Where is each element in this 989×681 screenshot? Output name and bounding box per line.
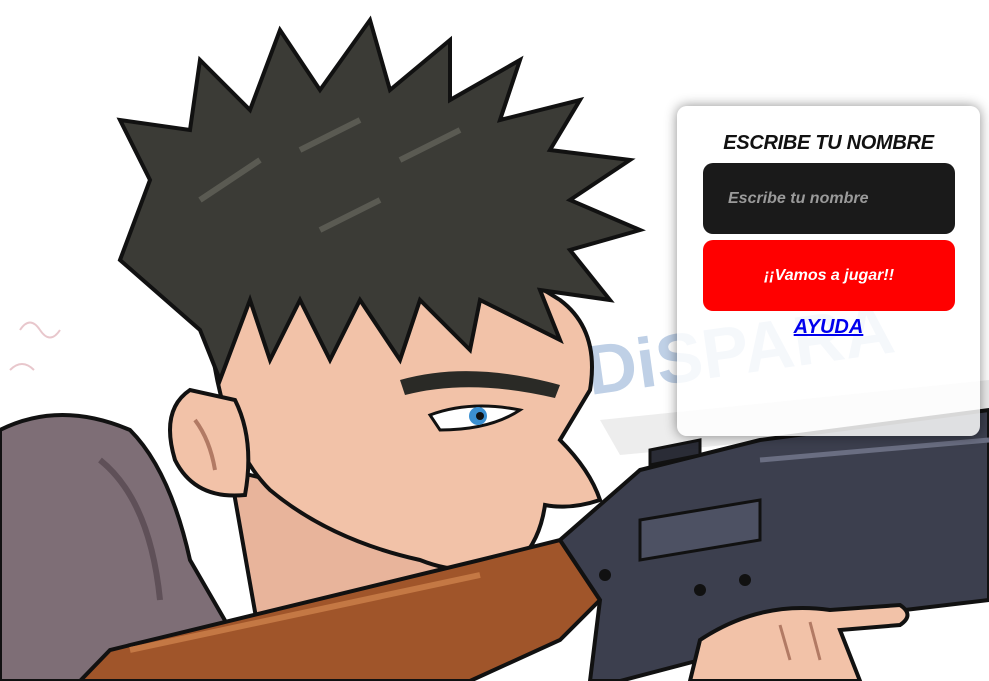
game-start-screen: DiSPARA — [0, 0, 989, 681]
play-button[interactable]: ¡¡Vamos a jugar!! — [703, 240, 955, 311]
card-title: ESCRIBE TU NOMBRE — [723, 132, 934, 154]
help-link[interactable]: AYUDA — [677, 316, 980, 339]
name-input[interactable] — [703, 163, 955, 234]
login-card: ESCRIBE TU NOMBRE ¡¡Vamos a jugar!! AYUD… — [677, 106, 980, 436]
background-scribble — [9, 321, 61, 371]
